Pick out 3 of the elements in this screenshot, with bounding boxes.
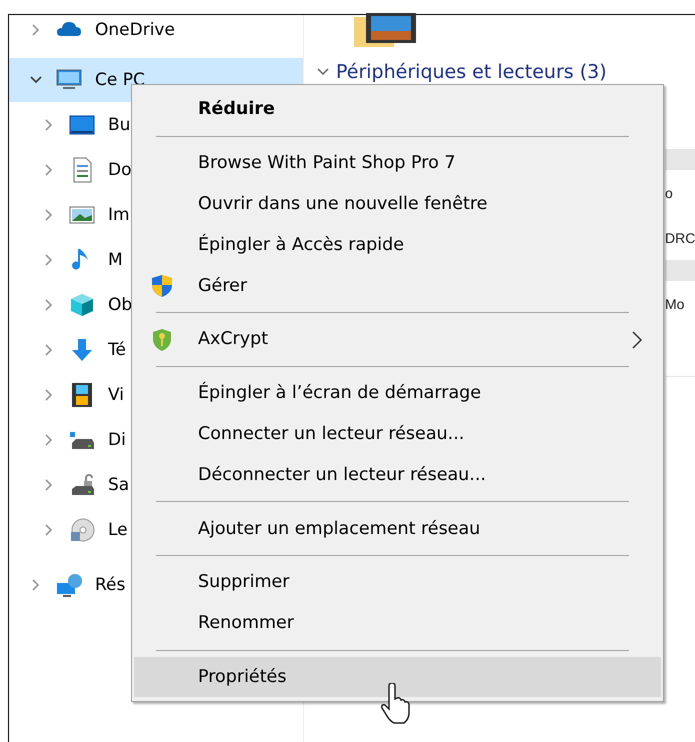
text-fragment: DRC	[665, 228, 695, 248]
text-fragment: Mo	[665, 294, 686, 314]
text-fragment: o	[665, 184, 674, 202]
